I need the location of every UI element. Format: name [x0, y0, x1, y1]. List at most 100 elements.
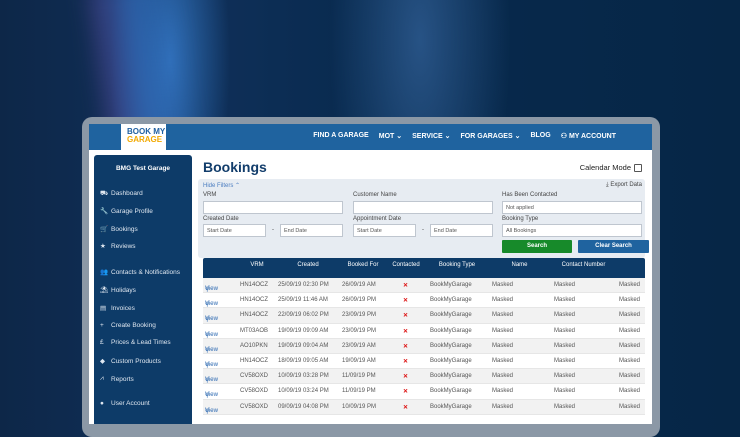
appointment-end-input[interactable]: End Date [430, 224, 493, 237]
column-header[interactable]: Name [488, 262, 551, 268]
view-label: View [205, 331, 218, 338]
sidebar-item-prices-lead-times[interactable]: £ Prices & Lead Times [100, 339, 171, 346]
vrm-cell: AO10PKN [240, 342, 268, 349]
masked-cell: Masked [619, 282, 641, 288]
nav-mot[interactable]: MOT ⌄ [379, 132, 402, 140]
name-cell: Masked [492, 373, 514, 380]
created-cell: 09/09/19 04:08 PM [278, 403, 329, 410]
sidebar-item-holidays[interactable]: ⛱ Holidays [100, 286, 136, 295]
sidebar-item-label: Dashboard [111, 190, 143, 197]
contact-number-cell: Masked [554, 327, 576, 334]
cart-icon: 🛒 [100, 226, 109, 233]
main-nav: FIND A GARAGE MOT ⌄ SERVICE ⌄ FOR GARAGE… [313, 132, 616, 140]
sidebar-item-garage-profile[interactable]: 🔧 Garage Profile [100, 207, 153, 216]
sidebar-item-dashboard[interactable]: ⛟ Dashboard [100, 189, 143, 198]
masked-cell: Masked [619, 373, 641, 380]
contact-number-cell: Masked [554, 388, 576, 395]
account-label: MY ACCOUNT [568, 133, 616, 140]
column-header[interactable]: Booked For [340, 262, 386, 268]
table-row: ⚲ View HN14OCZ 18/09/19 09:05 AM 19/09/1… [203, 354, 645, 370]
car-icon: ⛟ [100, 190, 109, 197]
booking-type-cell: BookMyGarage [430, 357, 472, 364]
masked-cell: Masked [619, 357, 641, 364]
booked-for-cell: 19/09/19 AM [342, 357, 376, 364]
booked-for-cell: 23/09/19 PM [342, 312, 377, 319]
masked-cell: Masked [619, 403, 641, 410]
column-header[interactable]: VRM [238, 262, 276, 268]
created-start-input[interactable]: Start Date [203, 224, 266, 237]
export-data-button[interactable]: ⤓ Export Data [606, 182, 642, 189]
vrm-label: VRM [203, 192, 217, 198]
star-icon: ★ [100, 243, 106, 250]
user-icon: ⚇ [560, 133, 569, 140]
sidebar-item-reviews[interactable]: ★ Reviews [100, 242, 136, 251]
sidebar: BMG Test Garage ⛟ Dashboard 🔧 Garage Profil… [94, 155, 192, 424]
calendar-mode-checkbox[interactable] [634, 163, 642, 172]
page-title: Bookings [203, 159, 267, 175]
masked-cell: Masked [619, 388, 641, 395]
vrm-cell: HN14OCZ [240, 357, 269, 364]
contact-number-cell: Masked [554, 403, 576, 410]
logo-bottom: GARAGE [127, 135, 163, 144]
sidebar-item-reports[interactable]: ⩘ Reports [100, 375, 134, 383]
pound-icon: £ [100, 339, 104, 346]
appointment-start-input[interactable]: Start Date [353, 224, 416, 237]
created-end-input[interactable]: End Date [280, 224, 343, 237]
vrm-cell: HN14OCZ [240, 312, 269, 319]
sidebar-item-label: Create Booking [111, 322, 156, 329]
view-label: View [205, 392, 218, 399]
nav-for-garages[interactable]: FOR GARAGES ⌄ [461, 132, 521, 140]
column-header[interactable]: Created [276, 262, 340, 268]
contacted-select[interactable]: Not applied [502, 201, 642, 214]
column-header[interactable]: Booking Type [426, 262, 488, 268]
clear-search-button[interactable]: Clear Search [578, 240, 649, 253]
customer-label: Customer Name [353, 192, 397, 198]
created-cell: 10/09/19 03:28 PM [278, 373, 329, 380]
nav-my-account[interactable]: ⚇ MY ACCOUNT [561, 132, 616, 140]
booked-for-cell: 26/09/19 PM [342, 297, 377, 304]
nav-service[interactable]: SERVICE ⌄ [412, 132, 450, 140]
name-cell: Masked [492, 297, 514, 304]
booking-type-cell: BookMyGarage [430, 373, 472, 380]
not-contacted-icon: ✕ [403, 389, 409, 396]
vrm-input[interactable] [203, 201, 343, 214]
name-cell: Masked [492, 312, 514, 319]
sidebar-item-label: User Account [111, 400, 150, 407]
customer-name-input[interactable] [353, 201, 493, 214]
sidebar-item-label: Garage Profile [111, 207, 153, 215]
contact-number-cell: Masked [554, 373, 576, 380]
table-row: ⚲ View HN14OCZ 25/09/19 02:30 PM 26/09/1… [203, 278, 645, 294]
masked-cell: Masked [619, 327, 641, 334]
contact-number-cell: Masked [554, 297, 576, 304]
booking-type-select[interactable]: All Bookings [502, 224, 642, 237]
sidebar-item-invoices[interactable]: ▤ Invoices [100, 304, 135, 313]
not-contacted-icon: ✕ [403, 298, 409, 305]
sidebar-item-user-account[interactable]: ● User Account [100, 400, 150, 407]
booking-type-cell: BookMyGarage [430, 297, 472, 304]
sidebar-item-label: Holidays [111, 286, 136, 294]
sidebar-item-create-booking[interactable]: + Create Booking [100, 322, 156, 329]
hide-filters-link[interactable]: Hide Filters ⌃ [203, 182, 240, 189]
column-header[interactable]: Contacted [386, 262, 426, 268]
nav-blog[interactable]: BLOG [530, 132, 550, 140]
table-header: VRM Created Booked For Contacted Booking Typ… [203, 258, 645, 278]
sidebar-item-contacts-notifications[interactable]: 👥 Contacts & Notifications [100, 268, 181, 277]
booked-for-cell: 10/09/19 PM [342, 403, 377, 410]
vrm-cell: CV58OXD [240, 388, 269, 395]
sidebar-item-custom-products[interactable]: ◆ Custom Products [100, 357, 161, 366]
column-header[interactable]: Contact Number [551, 262, 616, 268]
name-cell: Masked [492, 388, 514, 395]
export-label: Export Data [610, 182, 642, 188]
created-cell: 19/09/19 09:09 AM [278, 327, 329, 334]
dash: - [272, 227, 274, 233]
sidebar-item-bookings[interactable]: 🛒 Bookings [100, 225, 138, 234]
sidebar-item-label: Contacts & Notifications [111, 268, 181, 276]
nav-find-garage[interactable]: FIND A GARAGE [313, 132, 368, 140]
calendar-mode-toggle[interactable]: Calendar Mode [580, 163, 642, 172]
logo[interactable]: BOOK MY GARAGE [121, 124, 166, 150]
search-button[interactable]: Search [502, 240, 572, 253]
view-label: View [205, 407, 218, 414]
booking-type-cell: BookMyGarage [430, 388, 472, 395]
not-contacted-icon: ✕ [403, 343, 409, 350]
chart-icon: ⩘ [100, 375, 104, 382]
